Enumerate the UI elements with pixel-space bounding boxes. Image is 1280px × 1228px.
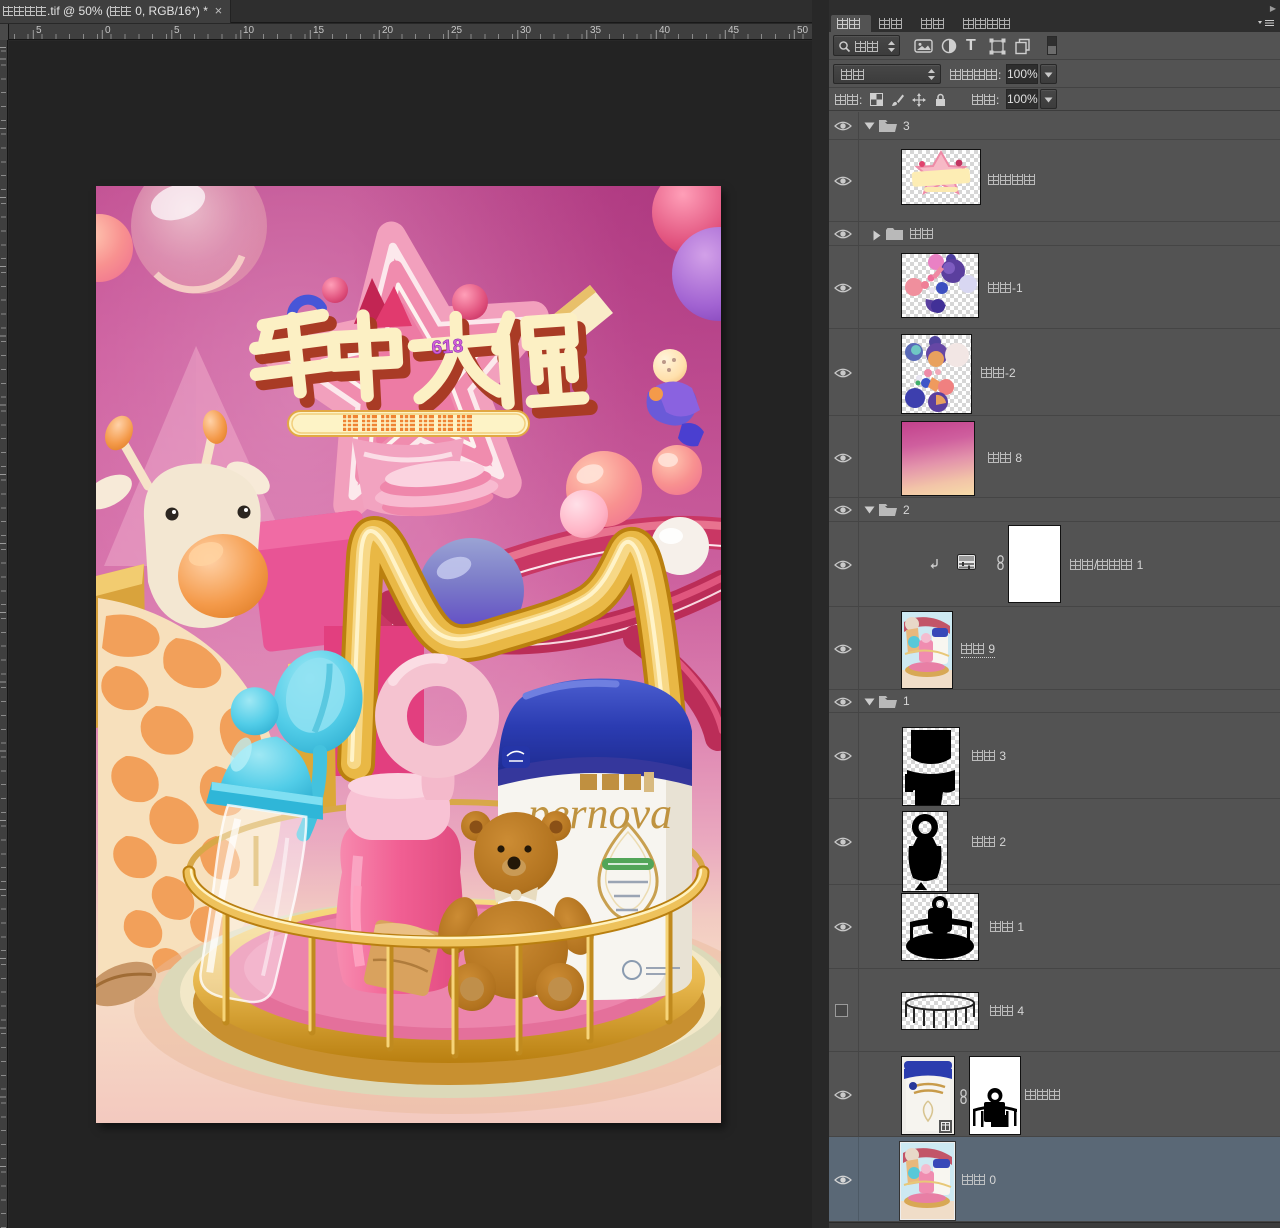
svg-text:618: 618 [431, 336, 464, 359]
